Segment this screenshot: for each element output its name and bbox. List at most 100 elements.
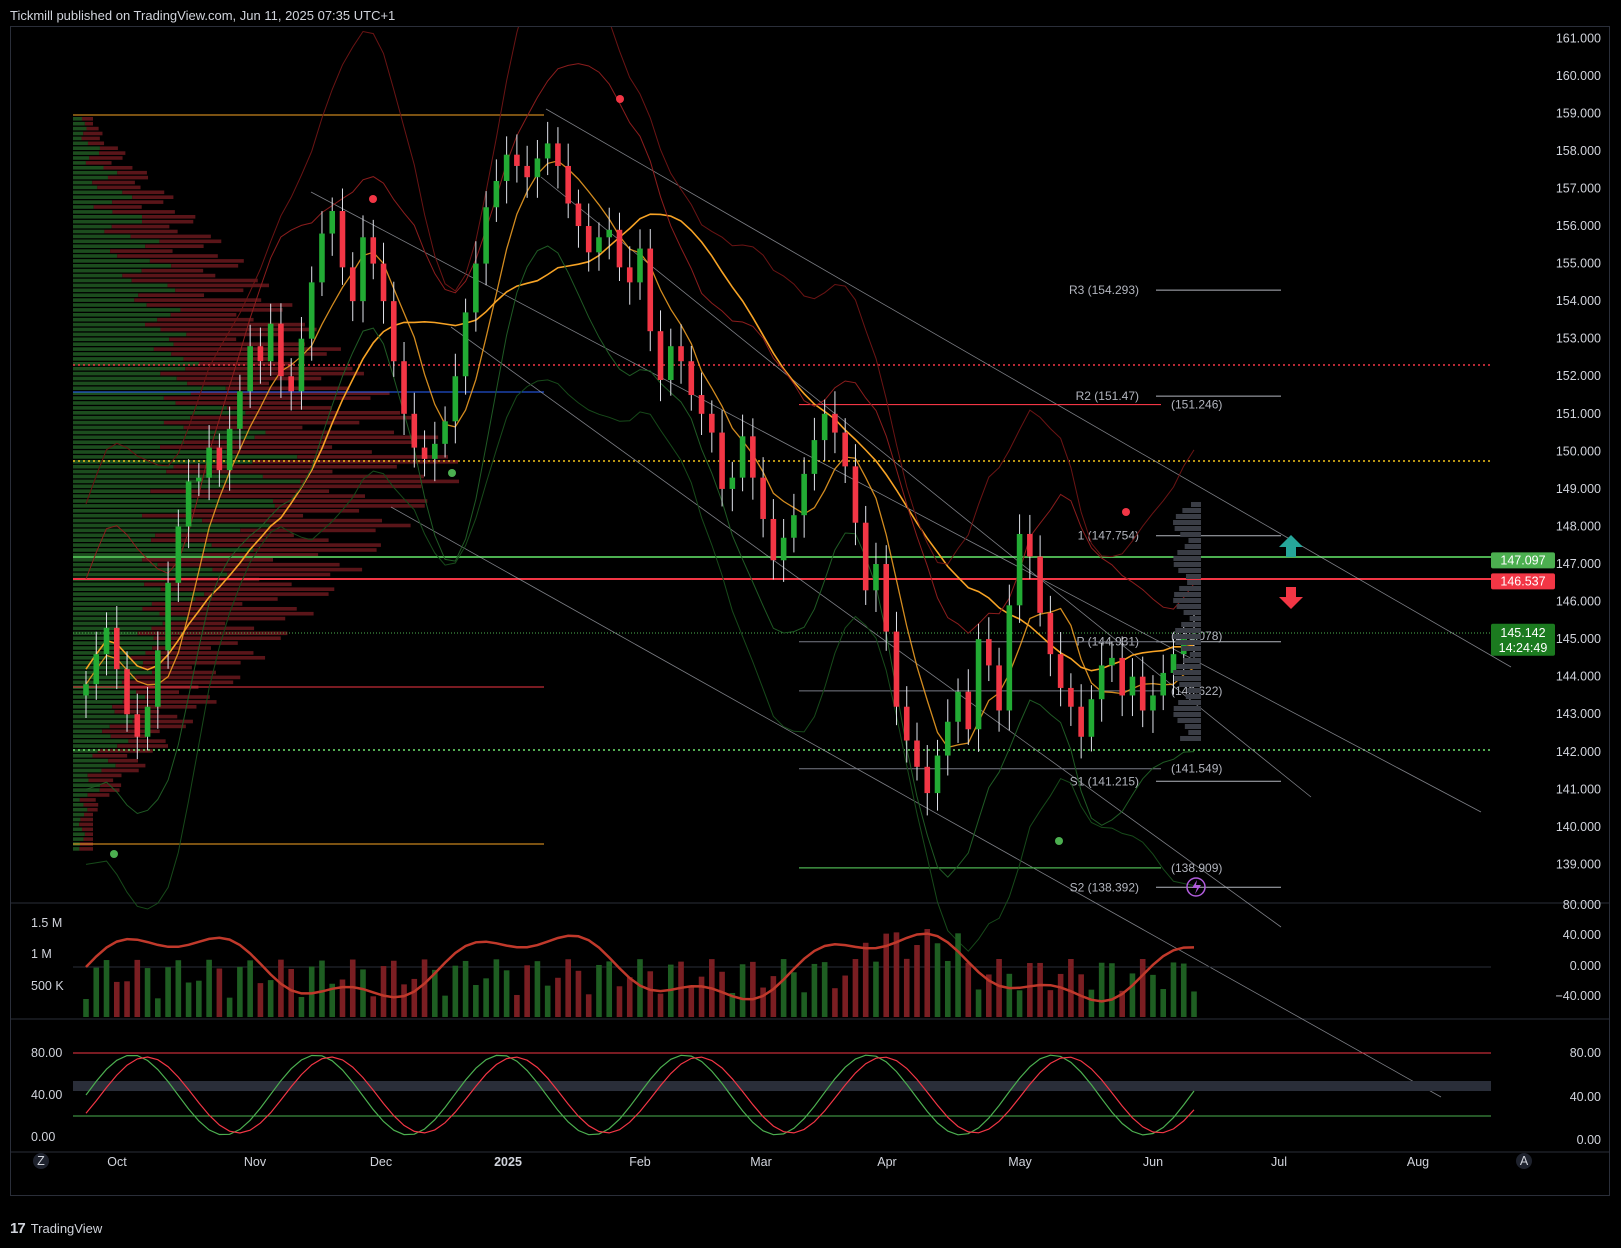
volume-profile-bar xyxy=(73,190,123,195)
volume-bar xyxy=(698,976,705,1017)
y-tick-label: 159.000 xyxy=(1556,106,1601,120)
volume-bar xyxy=(688,986,695,1017)
signal-dot xyxy=(448,469,456,477)
stoch-axis-label-right: 80.00 xyxy=(1570,1046,1601,1060)
volume-bar xyxy=(483,978,489,1017)
candle-body xyxy=(1109,657,1115,666)
candle-body xyxy=(729,477,736,489)
volume-bar xyxy=(257,983,264,1017)
volume-profile-bar xyxy=(73,175,108,180)
volume-profile-bar xyxy=(79,798,96,802)
lightning-glyph xyxy=(1192,880,1201,894)
volume-profile-bar xyxy=(73,847,80,851)
y-tick-label: 139.000 xyxy=(1556,857,1601,871)
volume-profile-bar xyxy=(99,151,126,155)
candle-body xyxy=(278,323,284,377)
volume-profile-bar xyxy=(204,592,329,596)
candle-body xyxy=(555,143,561,166)
volume-profile-bar xyxy=(73,803,84,807)
volume-bar xyxy=(657,993,664,1017)
session-volume-bar xyxy=(1175,640,1201,645)
cci-axis-label: 80.000 xyxy=(1563,898,1601,912)
candle-body xyxy=(1027,533,1033,557)
volume-bar xyxy=(1037,962,1043,1017)
candle-body xyxy=(565,165,571,204)
y-tick-label: 142.000 xyxy=(1556,745,1601,759)
volume-profile-bar xyxy=(73,215,143,219)
volume-profile-bar xyxy=(134,298,262,302)
volume-bar xyxy=(534,961,541,1017)
volume-profile-bar xyxy=(73,709,115,714)
volume-profile-bar xyxy=(83,131,103,136)
volume-profile-bar xyxy=(73,406,227,410)
volume-profile-bar xyxy=(159,611,314,616)
last-price-label: 145.142 xyxy=(1500,626,1545,640)
signal-dot xyxy=(1055,837,1063,845)
volume-bar xyxy=(1057,973,1064,1017)
volume-profile-bar xyxy=(73,445,161,449)
volume-profile-bar xyxy=(86,126,99,131)
volume-profile-bar xyxy=(73,567,213,572)
session-volume-bar xyxy=(1177,718,1201,723)
candle-body xyxy=(596,237,602,253)
candle-body xyxy=(411,413,418,448)
stoch-k-line xyxy=(85,1054,1195,1136)
session-volume-bar xyxy=(1173,706,1201,711)
candle-body xyxy=(83,684,89,696)
session-volume-bar xyxy=(1184,724,1201,729)
volume-profile-bar xyxy=(73,768,102,773)
candle-body xyxy=(1078,706,1084,737)
tradingview-brand[interactable]: 17 TradingView xyxy=(10,1220,102,1237)
volume-profile-bar xyxy=(73,308,181,312)
volume-profile-bar xyxy=(99,146,118,150)
stoch-mid-band xyxy=(73,1081,1491,1091)
volume-profile-bar xyxy=(73,611,160,616)
volume-profile-bar xyxy=(73,822,80,827)
candle-body xyxy=(380,263,387,302)
candle-body xyxy=(524,165,530,178)
stoch-axis-label: 40.00 xyxy=(31,1088,62,1102)
candle-body xyxy=(955,691,961,722)
volume-bar xyxy=(442,995,448,1017)
price-chart[interactable]: 161.000 160.000 159.000 158.000 157.000 156.0… xyxy=(11,27,1609,1195)
volume-profile-bar xyxy=(73,724,110,729)
volume-bar xyxy=(493,959,500,1017)
a-button-label: A xyxy=(1520,1154,1529,1168)
candle-body xyxy=(739,436,746,478)
volume-bar xyxy=(862,942,869,1017)
volume-profile-bar xyxy=(92,180,135,185)
volume-profile-bar xyxy=(73,254,118,258)
volume-bar xyxy=(288,968,294,1017)
volume-bar xyxy=(196,980,202,1017)
volume-bar xyxy=(575,970,582,1017)
volume-bar xyxy=(165,967,171,1017)
volume-profile-bar xyxy=(80,817,93,822)
volume-profile-bar xyxy=(73,136,82,141)
volume-profile-bar xyxy=(104,229,178,234)
volume-profile-bar xyxy=(187,616,286,621)
volume-bar xyxy=(903,958,910,1017)
volume-profile-bar xyxy=(73,224,112,229)
candle-body xyxy=(616,229,623,268)
x-axis-label: Feb xyxy=(629,1155,651,1169)
volume-profile-bar xyxy=(132,195,174,199)
candle-body xyxy=(329,211,336,234)
candle-body xyxy=(1068,687,1074,707)
volume-profile-bar xyxy=(73,293,139,297)
volume-profile-bar xyxy=(122,190,165,195)
volume-profile-bar xyxy=(73,543,212,547)
volume-bar xyxy=(514,994,520,1017)
volume-bar xyxy=(1180,963,1187,1017)
y-tick-label: 143.000 xyxy=(1556,707,1601,721)
candle-body xyxy=(709,413,715,433)
volume-profile-bar xyxy=(73,332,187,337)
pivot-label: R2 (151.47) xyxy=(1076,389,1139,403)
volume-profile-bar xyxy=(73,180,93,185)
volume-profile-bar xyxy=(84,812,93,817)
candle-body xyxy=(165,582,171,651)
volume-profile-bar xyxy=(73,499,274,503)
volume-profile-bar xyxy=(73,229,105,234)
candle-body xyxy=(791,515,797,538)
volume-bar xyxy=(401,984,407,1017)
volume-profile-bar xyxy=(112,200,164,204)
